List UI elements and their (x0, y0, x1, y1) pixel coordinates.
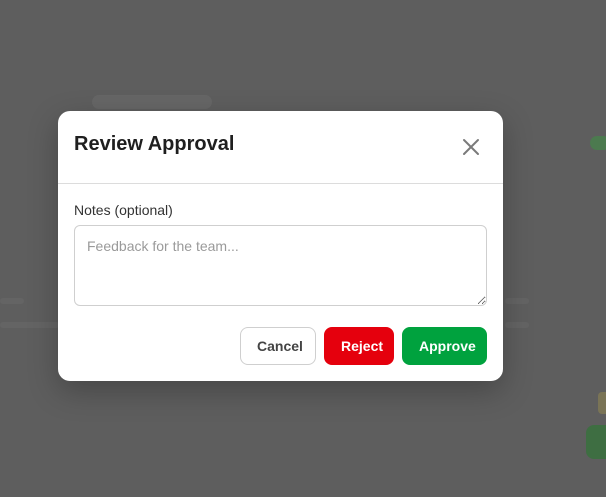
dialog-title: Review Approval (74, 133, 235, 155)
background-placeholder (505, 322, 529, 328)
review-approval-dialog: Review Approval Notes (optional) Cancel … (58, 111, 503, 381)
background-placeholder (0, 298, 24, 304)
approve-button[interactable]: Approve (402, 327, 487, 365)
notes-textarea[interactable] (74, 225, 487, 306)
background-placeholder (0, 322, 60, 328)
background-placeholder (590, 136, 606, 150)
dialog-header: Review Approval (58, 111, 503, 184)
notes-label: Notes (optional) (74, 202, 173, 218)
background-placeholder (586, 425, 606, 459)
reject-button[interactable]: Reject (324, 327, 394, 365)
cancel-button[interactable]: Cancel (240, 327, 316, 365)
background-placeholder (505, 298, 529, 304)
close-button[interactable] (457, 133, 485, 161)
background-placeholder (598, 392, 606, 414)
close-icon (463, 139, 479, 155)
dialog-body: Notes (optional) (58, 184, 503, 311)
background-placeholder (92, 95, 212, 109)
dialog-actions: Cancel Reject Approve (240, 327, 487, 365)
